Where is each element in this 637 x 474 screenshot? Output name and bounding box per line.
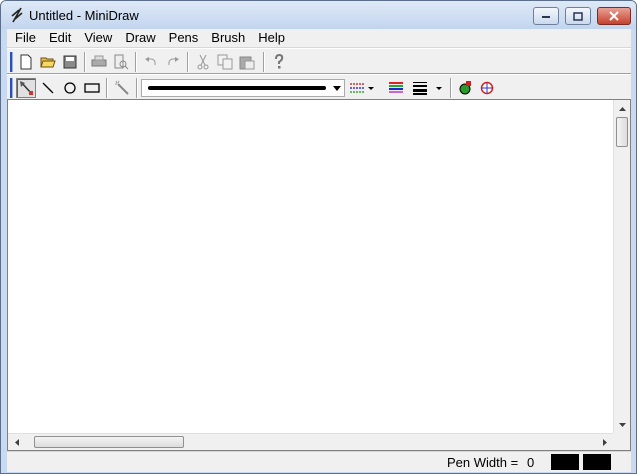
select-tool-button[interactable] xyxy=(16,78,36,98)
close-button[interactable] xyxy=(597,7,631,25)
brush-color-button[interactable] xyxy=(455,78,475,98)
pen-style-preview xyxy=(148,86,326,90)
scrollbar-corner xyxy=(613,433,630,450)
help-button[interactable] xyxy=(269,52,289,72)
brush-style-icon xyxy=(480,81,494,95)
menu-bar: File Edit View Draw Pens Brush Help xyxy=(7,29,631,47)
standard-toolbar xyxy=(7,48,631,74)
window-title: Untitled - MiniDraw xyxy=(29,8,139,23)
pen-dash-button[interactable] xyxy=(347,78,375,98)
cut-button[interactable] xyxy=(193,52,213,72)
toolbar-separator xyxy=(263,52,265,72)
pen-width-label: Pen Width = xyxy=(447,455,519,470)
open-button[interactable] xyxy=(38,52,58,72)
pen-color-button[interactable] xyxy=(386,78,406,98)
paste-button[interactable] xyxy=(237,52,257,72)
toolbar-separator xyxy=(136,78,138,98)
scroll-right-arrow[interactable] xyxy=(596,434,613,451)
minimize-icon xyxy=(542,16,550,18)
maximize-button[interactable] xyxy=(565,7,591,25)
ellipse-tool-button[interactable] xyxy=(60,78,80,98)
close-icon xyxy=(609,11,619,21)
status-bar: Pen Width = 0 xyxy=(7,452,631,472)
save-icon xyxy=(63,55,77,69)
arrow-up-icon xyxy=(619,106,626,111)
menu-help[interactable]: Help xyxy=(252,29,292,47)
menu-view[interactable]: View xyxy=(78,29,119,47)
print-preview-icon xyxy=(114,54,129,70)
vertical-scrollbar[interactable] xyxy=(613,100,630,433)
menu-edit[interactable]: Edit xyxy=(43,29,78,47)
redo-button[interactable] xyxy=(163,52,183,72)
pen-width-button[interactable] xyxy=(410,78,446,98)
help-icon xyxy=(275,54,284,69)
toolbar-separator xyxy=(84,52,86,72)
arrow-down-icon xyxy=(619,422,626,427)
new-icon xyxy=(20,54,32,70)
arrow-left-icon xyxy=(14,439,19,446)
cut-icon xyxy=(197,54,209,70)
menu-file[interactable]: File xyxy=(9,29,43,47)
select-tool-icon xyxy=(20,81,33,95)
toolbar-separator xyxy=(187,52,189,72)
chevron-down-icon xyxy=(333,86,341,91)
print-preview-button[interactable] xyxy=(111,52,131,72)
app-icon xyxy=(11,7,23,23)
toolbar-separator xyxy=(450,78,452,98)
pen-width-value: 0 xyxy=(527,455,535,470)
arrow-right-icon xyxy=(602,439,607,446)
pen-style-combo[interactable] xyxy=(141,79,345,97)
magic-wand-button[interactable] xyxy=(112,78,132,98)
horizontal-scroll-thumb[interactable] xyxy=(34,436,184,448)
app-window: Untitled - MiniDraw File Edit View Draw … xyxy=(0,0,637,474)
menu-draw[interactable]: Draw xyxy=(119,29,162,47)
pen-color-indicator xyxy=(551,454,579,470)
menu-brush[interactable]: Brush xyxy=(205,29,252,47)
redo-icon xyxy=(168,57,179,66)
print-button[interactable] xyxy=(89,52,109,72)
undo-button[interactable] xyxy=(141,52,161,72)
pen-color-icon xyxy=(389,82,403,93)
brush-style-button[interactable] xyxy=(477,78,497,98)
toolbar-separator xyxy=(106,78,108,98)
brush-color-indicator xyxy=(583,454,611,470)
copy-button[interactable] xyxy=(215,52,235,72)
drawing-canvas[interactable] xyxy=(7,99,631,451)
paste-icon xyxy=(239,56,255,70)
save-button[interactable] xyxy=(60,52,80,72)
drawing-toolbar xyxy=(7,74,631,100)
toolbar-grip[interactable] xyxy=(10,78,13,98)
undo-icon xyxy=(145,57,156,66)
scroll-down-arrow[interactable] xyxy=(614,416,631,433)
open-icon xyxy=(40,57,56,68)
rectangle-tool-icon xyxy=(84,83,100,93)
magic-wand-icon xyxy=(115,80,129,95)
toolbar-grip[interactable] xyxy=(10,52,13,72)
new-button[interactable] xyxy=(16,52,36,72)
maximize-icon xyxy=(573,11,583,21)
line-tool-icon xyxy=(42,82,54,94)
minimize-button[interactable] xyxy=(533,7,559,25)
toolbar-separator xyxy=(135,52,137,72)
scroll-up-arrow[interactable] xyxy=(614,100,631,117)
scroll-left-arrow[interactable] xyxy=(8,434,25,451)
title-bar[interactable]: Untitled - MiniDraw xyxy=(1,1,636,29)
print-icon xyxy=(91,55,107,67)
rectangle-tool-button[interactable] xyxy=(82,78,102,98)
line-tool-button[interactable] xyxy=(38,78,58,98)
pen-width-icon xyxy=(413,82,442,95)
brush-color-icon xyxy=(459,81,471,95)
vertical-scroll-thumb[interactable] xyxy=(616,117,628,147)
pen-style-icon xyxy=(350,83,374,93)
copy-icon xyxy=(217,54,233,70)
ellipse-tool-icon xyxy=(64,82,76,94)
horizontal-scrollbar[interactable] xyxy=(8,433,613,450)
menu-pens[interactable]: Pens xyxy=(163,29,206,47)
